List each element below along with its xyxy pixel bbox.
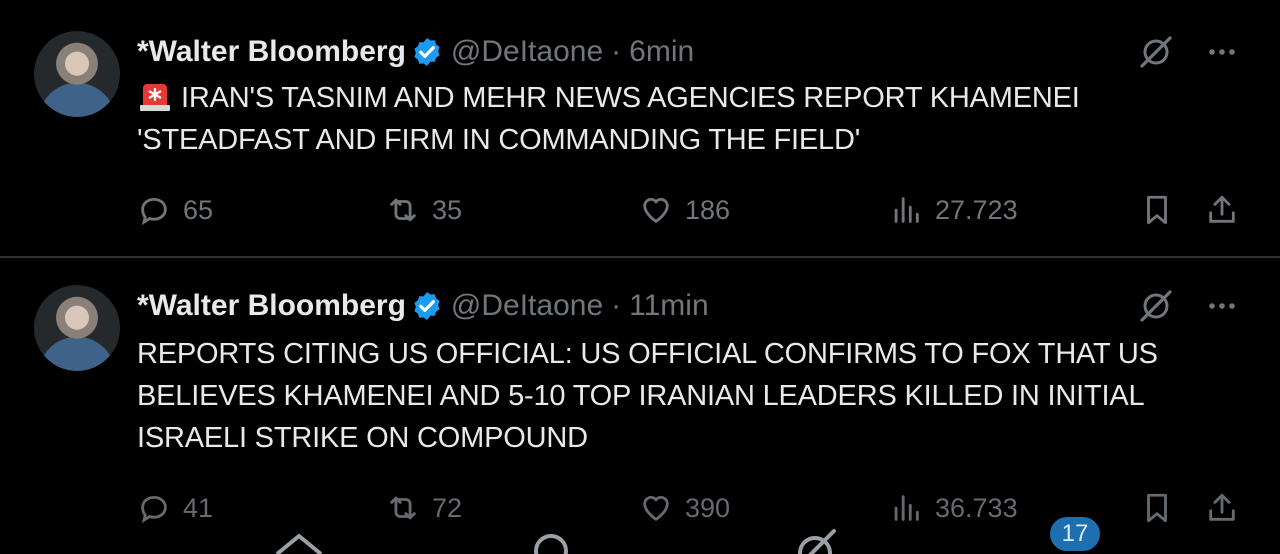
like-count: 186 [685,194,731,225]
views-count: 27.723 [935,194,1018,225]
verified-badge-icon [414,38,440,66]
grok-nav-icon[interactable] [790,525,840,554]
repost-icon [390,496,416,520]
grok-icon[interactable] [1138,288,1174,324]
separator-dot: · [611,289,622,322]
repost-count: 72 [432,492,463,523]
views-chart-icon [894,495,919,521]
heart-icon [643,496,669,522]
views-button[interactable]: 27.723 [889,193,1018,227]
like-button[interactable]: 186 [639,193,730,227]
search-icon[interactable] [526,525,576,554]
reply-icon [141,197,167,226]
share-button[interactable] [1205,193,1251,227]
grok-icon[interactable] [1138,34,1174,70]
tweet[interactable]: *Walter Bloomberg @DeItaone · 11min REPO… [0,258,1280,554]
bookmark-button[interactable] [1140,193,1186,227]
reply-button[interactable]: 41 [137,491,213,525]
tweet-text: IRAN'S TASNIM AND MEHR NEWS AGENCIES REP… [137,77,1247,161]
repost-count: 35 [432,194,463,225]
more-options-icon[interactable] [1204,34,1240,70]
more-options-icon[interactable] [1204,288,1240,324]
home-icon[interactable] [274,525,324,554]
views-count: 36.733 [935,492,1018,523]
separator-dot: · [611,35,622,68]
tweet-header: *Walter Bloomberg @DeItaone · 11min [137,286,709,326]
avatar[interactable] [34,285,120,371]
repost-icon [390,198,416,222]
views-button[interactable]: 36.733 [889,491,1018,525]
bookmark-button[interactable] [1140,491,1186,525]
tweet-text: REPORTS CITING US OFFICIAL: US OFFICIAL … [137,338,1158,454]
author-name[interactable]: *Walter Bloomberg [137,35,406,69]
tweet[interactable]: *Walter Bloomberg @DeItaone · 6min IRAN'… [0,0,1280,258]
bookmark-icon [1147,493,1167,523]
repost-button[interactable]: 35 [386,193,462,227]
avatar[interactable] [34,31,120,117]
heart-icon [643,198,669,224]
repost-button[interactable]: 72 [386,491,462,525]
reply-icon [141,495,167,524]
views-chart-icon [894,197,919,223]
rotating-light-icon [140,84,170,111]
reply-count: 65 [183,194,214,225]
reply-count: 41 [183,492,214,523]
timestamp[interactable]: 6min [629,35,694,69]
like-button[interactable]: 390 [639,491,730,525]
tweet-text-content: IRAN'S TASNIM AND MEHR NEWS AGENCIES REP… [137,82,1080,156]
tweet-header: *Walter Bloomberg @DeItaone · 6min [137,32,694,72]
bookmark-icon [1147,195,1167,225]
reply-button[interactable]: 65 [137,193,213,227]
author-handle[interactable]: @DeItaone [451,35,603,69]
verified-badge-icon [414,292,440,320]
author-name[interactable]: *Walter Bloomberg [137,289,406,323]
share-button[interactable] [1205,491,1251,525]
share-icon [1209,493,1235,521]
timestamp[interactable]: 11min [629,289,708,323]
author-handle[interactable]: @DeItaone [451,289,603,323]
share-icon [1209,195,1235,223]
notification-badge[interactable]: 17 [1050,517,1100,551]
like-count: 390 [685,492,731,523]
